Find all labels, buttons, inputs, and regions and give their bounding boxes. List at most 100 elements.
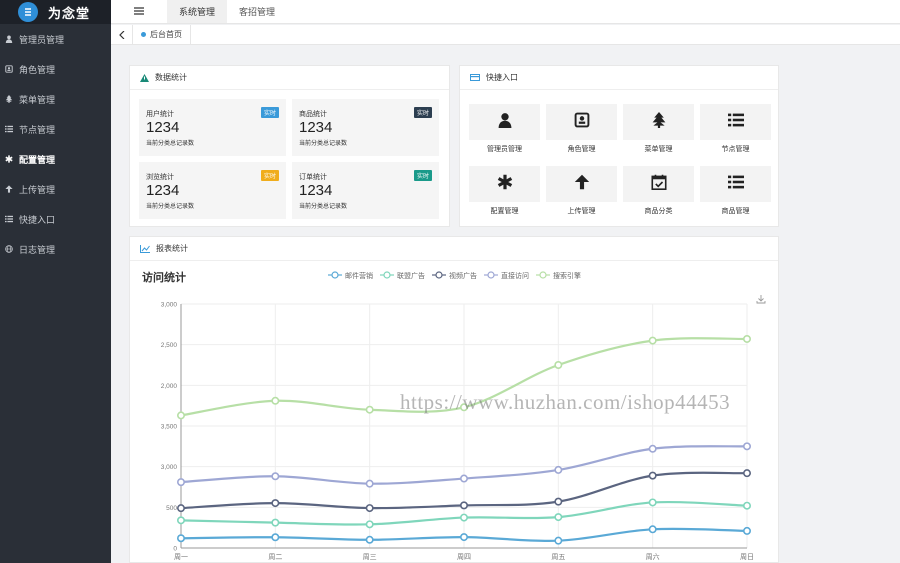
x-tick-label: 周三 [363, 553, 377, 561]
warning-icon [140, 73, 149, 82]
stat-card-subtitle: 当前分类总记录数 [299, 204, 348, 210]
stat-card-subtitle: 当前分类总记录数 [146, 204, 195, 210]
stats-panel-title: 数据统计 [155, 73, 187, 82]
x-tick-label: 周四 [457, 553, 471, 561]
data-point [648, 525, 657, 534]
quick-entry-icon-box [700, 166, 771, 202]
list-icon [727, 112, 744, 133]
data-point [554, 361, 563, 370]
legend-marker [383, 271, 391, 279]
quick-panel-header: 快捷入口 [460, 66, 778, 90]
watermark-text: https://www.huzhan.com/ishop44453 [400, 390, 731, 414]
legend-marker [539, 271, 547, 279]
quick-entry-icon-box [700, 104, 771, 140]
y-tick-label: 2,000 [161, 383, 178, 390]
sidebar-item-label: 配置管理 [19, 154, 56, 165]
stat-card-value: 1234 [146, 119, 180, 136]
sidebar-item-label: 管理员管理 [19, 34, 65, 45]
stat-card-label: 商品统计 [299, 111, 327, 118]
stat-card-value: 1234 [299, 182, 333, 199]
list-icon [727, 174, 744, 195]
legend-marker [487, 271, 495, 279]
data-point [742, 501, 751, 510]
sidebar-item-2[interactable]: 菜单管理 [0, 84, 111, 114]
active-dot [141, 32, 146, 37]
data-point [554, 497, 563, 506]
data-point [554, 536, 563, 545]
quick-entry-item[interactable]: 角色管理 [546, 104, 617, 154]
x-tick-label: 周五 [551, 553, 565, 561]
logo-text: 为念堂 [48, 5, 91, 21]
tab-system-management[interactable]: 系统管理 [167, 0, 228, 23]
quick-entry-item[interactable]: 节点管理 [700, 104, 771, 154]
stat-card: 商品统计 实时 1234 当前分类总记录数 [292, 99, 439, 156]
realtime-badge: 实时 [260, 170, 279, 181]
logo[interactable]: 为念堂 [0, 0, 111, 24]
y-tick-label: 0 [173, 546, 177, 553]
data-point [271, 518, 280, 527]
data-point [459, 513, 468, 522]
credit-card-icon [470, 74, 480, 81]
page-tabs-bar: 后台首页 [111, 24, 900, 45]
x-tick-label: 周日 [740, 553, 754, 561]
data-point [271, 499, 280, 508]
stats-panel-header: 数据统计 [130, 66, 449, 90]
x-tick-label: 周一 [174, 553, 188, 561]
data-point [648, 498, 657, 507]
data-point [271, 472, 280, 481]
realtime-badge: 实时 [413, 107, 432, 118]
arrow-up-icon [4, 185, 13, 194]
data-point [648, 471, 657, 480]
y-tick-label: 2,500 [161, 342, 178, 349]
sidebar-item-0[interactable]: 管理员管理 [0, 24, 111, 54]
sidebar-item-5[interactable]: 上传管理 [0, 174, 111, 204]
tab-customer-management[interactable]: 客招管理 [227, 0, 287, 23]
sidebar-item-label: 快捷入口 [19, 214, 56, 225]
quick-entry-item[interactable]: 管理员管理 [469, 104, 540, 154]
asterisk-icon [4, 155, 13, 164]
back-button[interactable] [111, 24, 133, 45]
stat-card-label: 订单统计 [299, 174, 327, 181]
quick-entry-item[interactable]: 商品管理 [700, 166, 771, 216]
legend-label: 联盟广告 [397, 271, 425, 280]
sidebar-item-3[interactable]: 节点管理 [0, 114, 111, 144]
quick-entry-item[interactable]: 菜单管理 [623, 104, 694, 154]
tree-icon [651, 111, 667, 133]
sidebar-item-label: 日志管理 [19, 244, 56, 255]
sidebar-item-6[interactable]: 快捷入口 [0, 204, 111, 234]
download-icon[interactable] [756, 295, 766, 304]
hamburger-icon [134, 6, 144, 17]
legend-label: 视频广告 [449, 271, 477, 280]
quick-entry-label: 角色管理 [567, 146, 596, 153]
data-point [365, 504, 374, 513]
tab-label: 系统管理 [179, 7, 216, 17]
stat-card-subtitle: 当前分类总记录数 [299, 141, 348, 147]
y-tick-label: 3,000 [161, 302, 178, 309]
x-tick-label: 周二 [268, 553, 282, 561]
stat-card-label: 浏览统计 [146, 174, 174, 181]
page-tab-home[interactable]: 后台首页 [133, 24, 191, 45]
id-card-icon [4, 65, 13, 74]
data-point [271, 533, 280, 542]
quick-entry-item[interactable]: 配置管理 [469, 166, 540, 216]
quick-entry-item[interactable]: 上传管理 [546, 166, 617, 216]
sidebar-item-1[interactable]: 角色管理 [0, 54, 111, 84]
y-tick-label: 500 [166, 505, 177, 512]
legend-label: 搜索引擎 [553, 271, 581, 280]
data-point [176, 504, 185, 513]
tab-label: 客招管理 [239, 7, 276, 17]
stat-card-label: 用户统计 [146, 111, 174, 118]
sidebar: 为念堂 管理员管理角色管理 菜单管理 节点管理配置管理上传管理快捷入口日志管理 [0, 0, 111, 563]
x-tick-label: 周六 [646, 552, 660, 561]
menu-toggle-button[interactable] [111, 0, 167, 23]
quick-entry-label: 商品管理 [721, 208, 750, 215]
quick-entry-label: 商品分类 [644, 208, 673, 215]
chevron-left-icon [118, 26, 125, 44]
data-point [365, 535, 374, 544]
data-point [459, 474, 468, 483]
data-point [176, 516, 185, 525]
sidebar-item-7[interactable]: 日志管理 [0, 234, 111, 264]
stat-card-value: 1234 [146, 182, 180, 199]
sidebar-item-4[interactable]: 配置管理 [0, 144, 111, 174]
quick-entry-item[interactable]: 商品分类 [623, 166, 694, 216]
